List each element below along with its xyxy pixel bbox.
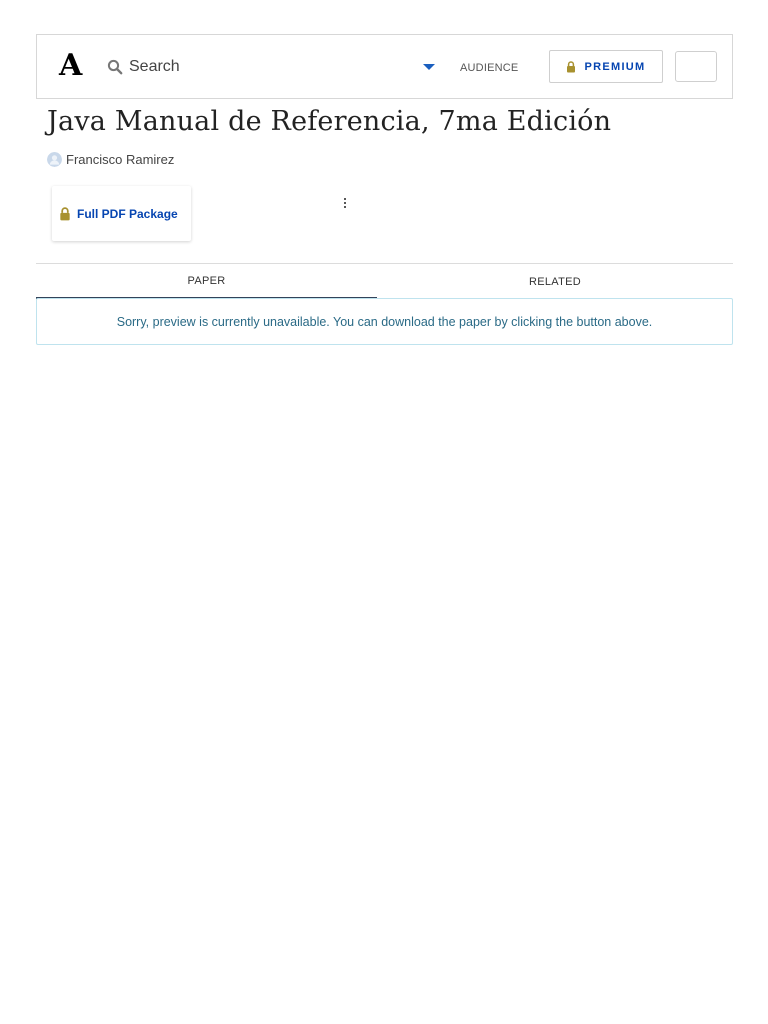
premium-button[interactable]: PREMIUM [549, 50, 663, 83]
premium-label: PREMIUM [584, 60, 646, 73]
site-header: A AUDIENCE PREMIUM [36, 34, 733, 99]
tab-related[interactable]: RELATED [377, 264, 733, 299]
caret-down-icon[interactable] [422, 62, 436, 72]
page-title: Java Manual de Referencia, 7ma Edición [47, 106, 612, 137]
lock-icon [567, 60, 576, 72]
audience-label[interactable]: AUDIENCE [460, 62, 518, 74]
search-icon [107, 59, 123, 75]
menu-button[interactable] [675, 51, 717, 82]
avatar-icon [47, 152, 62, 167]
lock-icon [60, 206, 70, 220]
author[interactable]: Francisco Ramirez [47, 152, 174, 167]
author-name[interactable]: Francisco Ramirez [66, 152, 174, 167]
search-input[interactable] [129, 55, 409, 79]
more-vertical-icon[interactable] [340, 195, 350, 211]
download-label: Full PDF Package [77, 206, 178, 221]
preview-unavailable-notice: Sorry, preview is currently unavailable.… [36, 298, 733, 345]
tab-bar: PAPER RELATED [36, 263, 733, 299]
tab-paper[interactable]: PAPER [36, 264, 377, 299]
download-pdf-button[interactable]: Full PDF Package [52, 186, 191, 241]
logo[interactable]: A [59, 49, 82, 83]
